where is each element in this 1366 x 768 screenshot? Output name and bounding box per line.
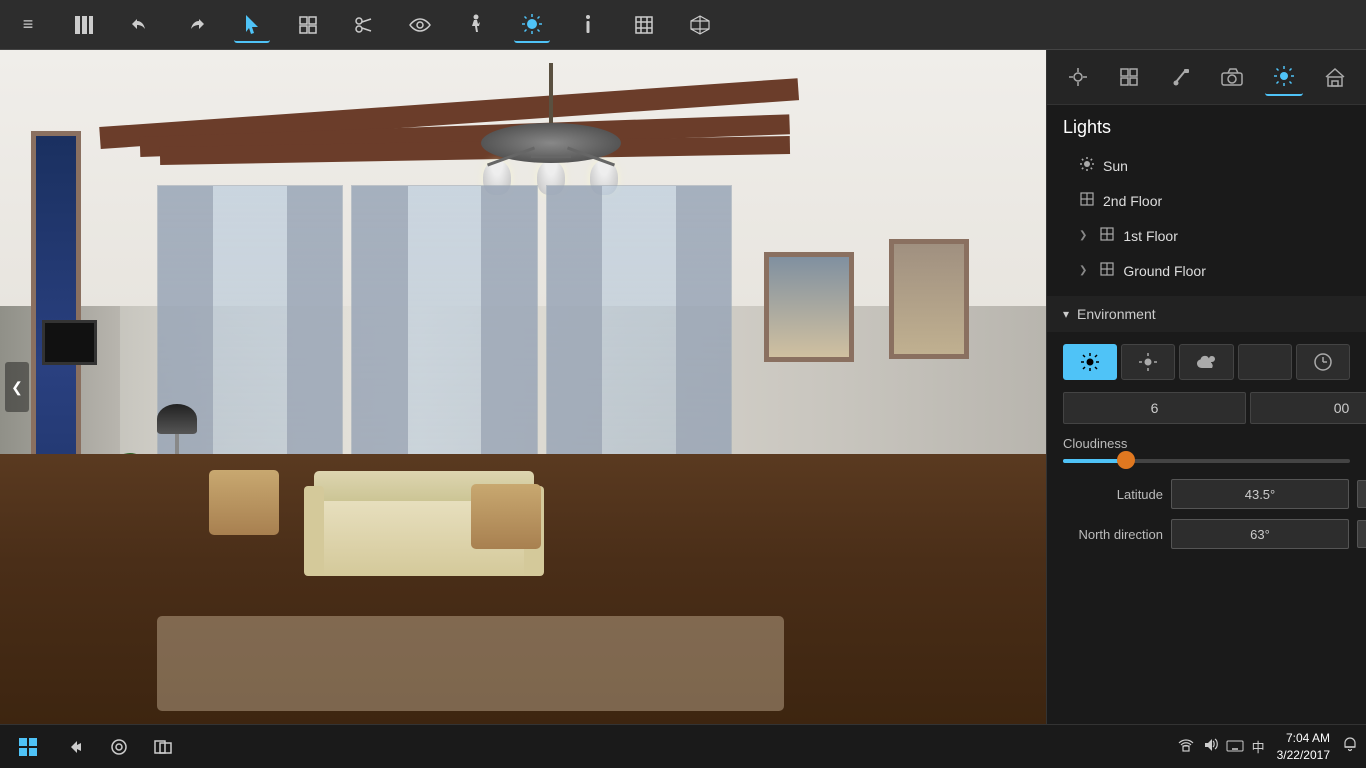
- environment-chevron-icon: ▾: [1063, 307, 1069, 321]
- chair-left: [209, 470, 279, 535]
- north-direction-minus-btn[interactable]: −: [1357, 520, 1366, 548]
- chandelier-body: [481, 123, 621, 163]
- clock-date: 3/22/2017: [1277, 747, 1330, 764]
- viewport[interactable]: ❮: [0, 50, 1046, 724]
- chandelier-rod: [549, 63, 553, 123]
- menu-icon[interactable]: ≡: [10, 7, 46, 43]
- 1st-floor-chevron: ❯: [1079, 230, 1087, 241]
- frame-icon[interactable]: [626, 7, 662, 43]
- back-button[interactable]: [58, 730, 92, 764]
- latitude-minus-btn[interactable]: −: [1357, 480, 1366, 508]
- tool-build-icon[interactable]: [1110, 58, 1148, 96]
- taskbar-right: 中 7:04 AM 3/22/2017: [1178, 730, 1358, 764]
- chandelier-arm-center: [531, 155, 571, 158]
- tool-house-icon[interactable]: [1316, 58, 1354, 96]
- tool-objects-icon[interactable]: [1059, 58, 1097, 96]
- ground-floor-label: Ground Floor: [1123, 263, 1350, 279]
- right-panel: Lights Sun: [1046, 50, 1366, 724]
- tv: [42, 320, 97, 365]
- latitude-row: Latitude − +: [1063, 479, 1350, 509]
- floor-rug: [157, 616, 785, 710]
- keyboard-icon[interactable]: [1226, 739, 1244, 755]
- latitude-label: Latitude: [1063, 487, 1163, 502]
- library-icon[interactable]: [66, 7, 102, 43]
- latitude-input[interactable]: [1171, 479, 1349, 509]
- environment-header[interactable]: ▾ Environment: [1047, 296, 1366, 332]
- sofa-arm-left: [304, 486, 324, 576]
- chandelier: [471, 63, 631, 197]
- weather-cloudy-btn[interactable]: [1179, 344, 1233, 380]
- cloudiness-label: Cloudiness: [1063, 436, 1350, 451]
- north-direction-input[interactable]: [1171, 519, 1349, 549]
- eye-icon[interactable]: [402, 7, 438, 43]
- weather-sunny-btn[interactable]: [1121, 344, 1175, 380]
- sun-label: Sun: [1103, 158, 1350, 174]
- slider-thumb[interactable]: [1117, 451, 1135, 469]
- ground-floor-chevron: ❯: [1079, 265, 1087, 276]
- weather-night-btn[interactable]: [1238, 344, 1292, 380]
- cube-icon[interactable]: [682, 7, 718, 43]
- time-minutes-input[interactable]: [1250, 392, 1366, 424]
- scissors-icon[interactable]: [346, 7, 382, 43]
- sun-toolbar-icon[interactable]: [514, 7, 550, 43]
- sun-item-icon: [1079, 156, 1095, 175]
- 1st-floor-label: 1st Floor: [1123, 228, 1350, 244]
- cortana-button[interactable]: [102, 730, 136, 764]
- cloudiness-slider[interactable]: [1063, 459, 1350, 463]
- clock-time: 7:04 AM: [1286, 730, 1330, 747]
- floor-item-icon-2nd: [1079, 191, 1095, 210]
- panel-content: Lights Sun: [1047, 105, 1366, 724]
- start-button[interactable]: [8, 727, 48, 767]
- volume-icon[interactable]: [1202, 738, 1218, 755]
- arrange-icon[interactable]: [290, 7, 326, 43]
- nav-arrow-left[interactable]: ❮: [5, 362, 29, 412]
- taskbar: 中 7:04 AM 3/22/2017: [0, 724, 1366, 768]
- weather-buttons: [1063, 344, 1350, 380]
- lights-section-title: Lights: [1047, 105, 1366, 148]
- panel-toolbar: [1047, 50, 1366, 105]
- time-inputs: [1063, 392, 1350, 424]
- 2nd-floor-label: 2nd Floor: [1103, 193, 1350, 209]
- notification-icon[interactable]: [1342, 736, 1358, 757]
- network-icon[interactable]: [1178, 738, 1194, 755]
- time-hour-input[interactable]: [1063, 392, 1246, 424]
- environment-label: Environment: [1077, 306, 1156, 322]
- walk-icon[interactable]: [458, 7, 494, 43]
- artwork-right-1: [764, 252, 854, 362]
- north-direction-row: North direction − +: [1063, 519, 1350, 549]
- tool-paint-icon[interactable]: [1162, 58, 1200, 96]
- info-icon[interactable]: [570, 7, 606, 43]
- chair-right: [471, 484, 541, 549]
- ime-icon[interactable]: 中: [1252, 737, 1265, 756]
- weather-sunny-bright-btn[interactable]: [1063, 344, 1117, 380]
- env-content: Cloudiness Latitude − +: [1047, 332, 1366, 571]
- floor-item-icon-ground: [1099, 261, 1115, 280]
- tool-lights-icon[interactable]: [1265, 58, 1303, 96]
- tree-item-2nd-floor[interactable]: 2nd Floor: [1047, 183, 1366, 218]
- floor-item-icon-1st: [1099, 226, 1115, 245]
- lamp-shade: [157, 404, 197, 434]
- tree-item-1st-floor[interactable]: ❯ 1st Floor: [1047, 218, 1366, 253]
- weather-custom-btn[interactable]: [1296, 344, 1350, 380]
- environment-section: ▾ Environment: [1047, 296, 1366, 571]
- select-icon[interactable]: [234, 7, 270, 43]
- 3d-scene: [0, 50, 1046, 724]
- north-direction-label: North direction: [1063, 527, 1163, 542]
- redo-icon[interactable]: [178, 7, 214, 43]
- tree-item-sun[interactable]: Sun: [1047, 148, 1366, 183]
- top-toolbar: ≡: [0, 0, 1366, 50]
- main-area: ❮: [0, 50, 1366, 724]
- slider-track: [1063, 459, 1350, 463]
- artwork-right-2: [889, 239, 969, 359]
- tree-item-ground-floor[interactable]: ❯ Ground Floor: [1047, 253, 1366, 288]
- tool-camera-icon[interactable]: [1213, 58, 1251, 96]
- sys-icons: 中: [1178, 737, 1265, 756]
- taskview-button[interactable]: [146, 730, 180, 764]
- clock: 7:04 AM 3/22/2017: [1277, 730, 1330, 764]
- undo-icon[interactable]: [122, 7, 158, 43]
